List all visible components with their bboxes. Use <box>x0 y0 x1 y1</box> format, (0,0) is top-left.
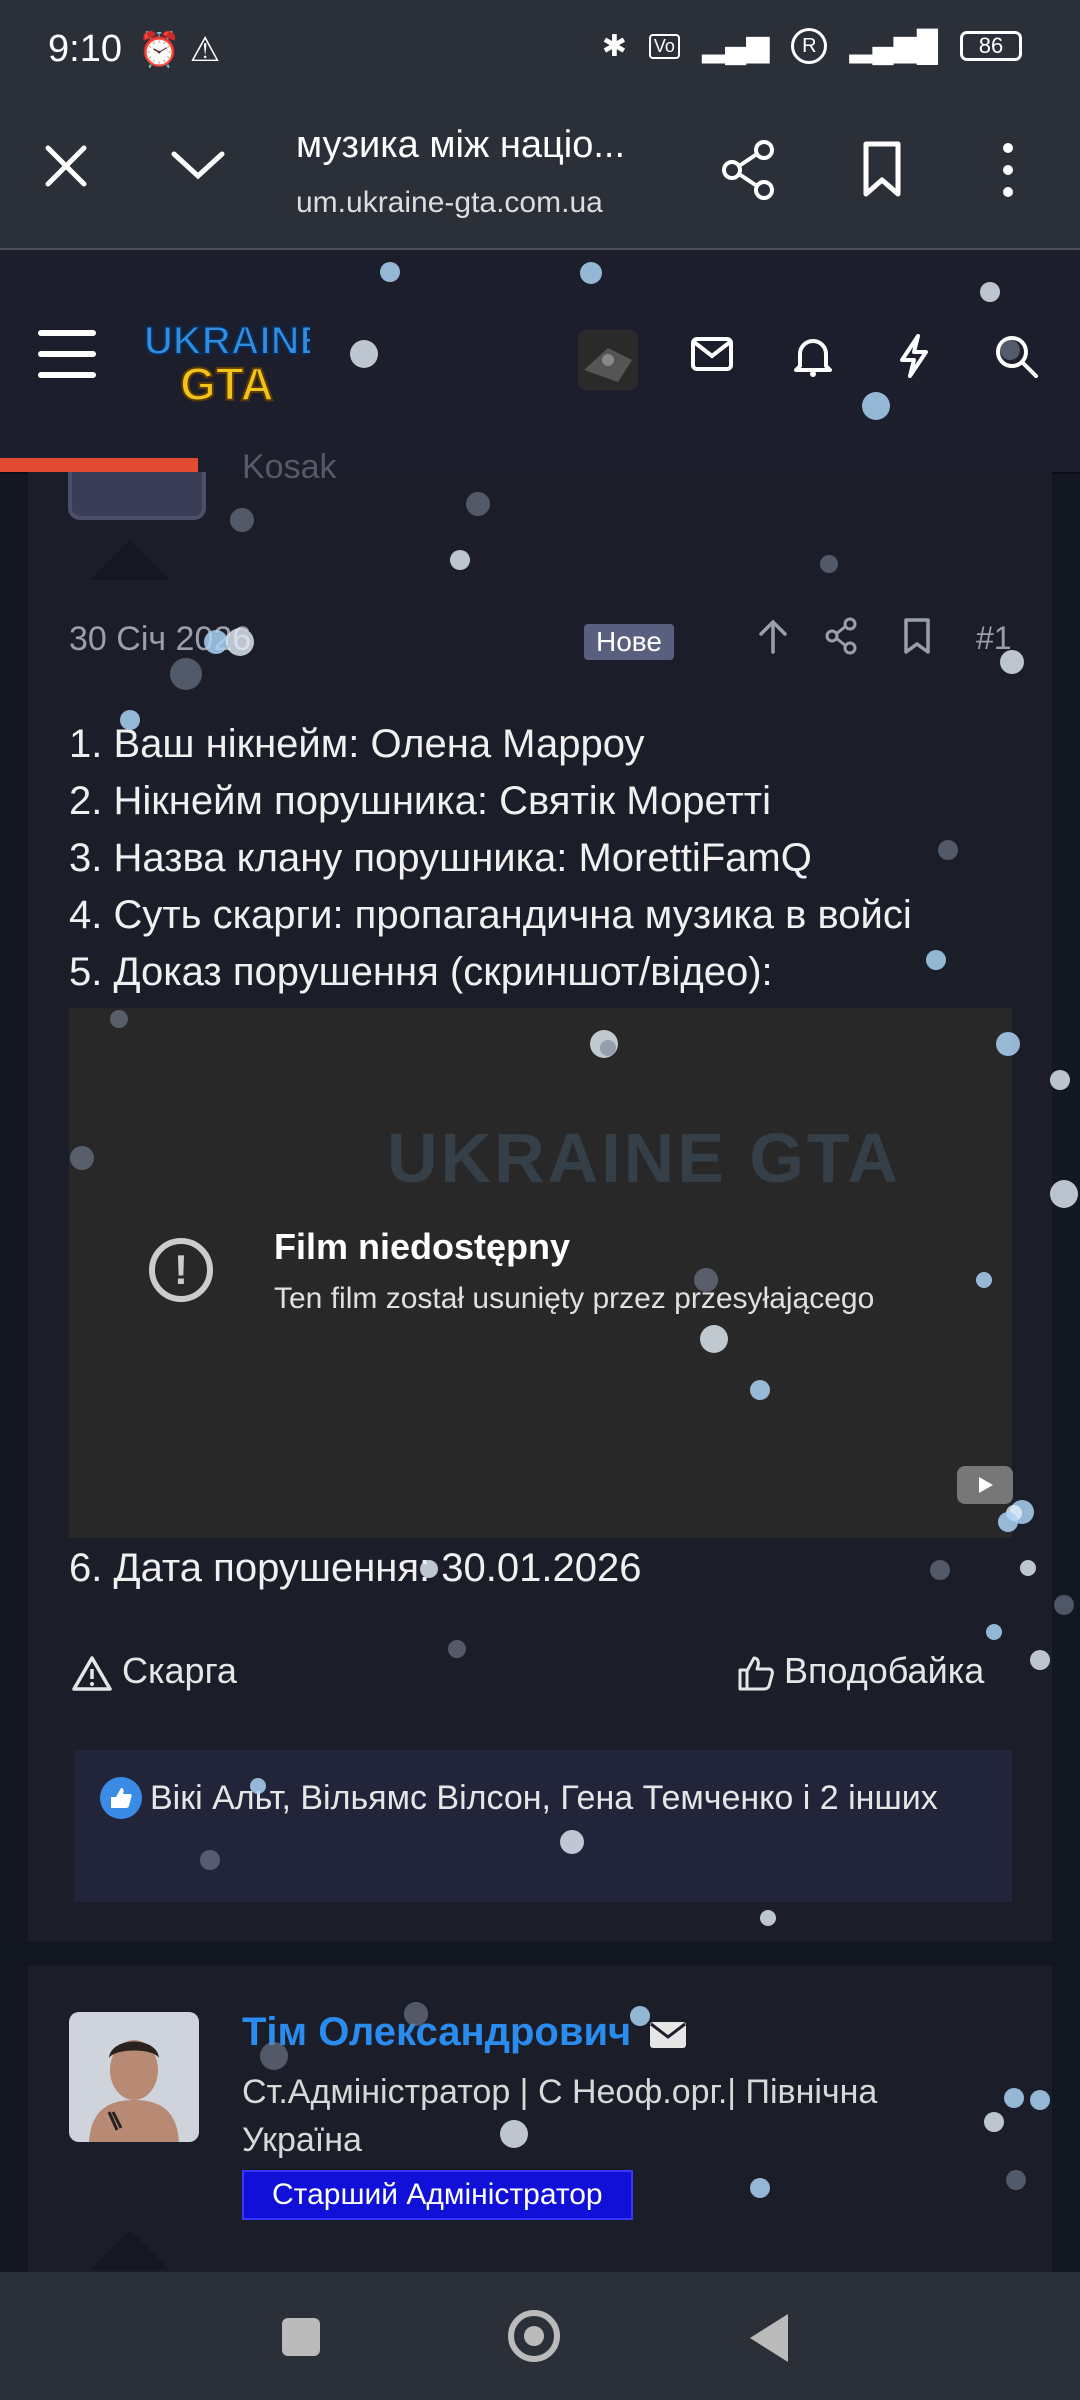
like-label: Вподобайка <box>784 1650 985 1691</box>
roaming-icon: R <box>791 28 828 64</box>
battery-level: 86 <box>978 33 1004 58</box>
post-line-5: 5. Доказ порушення (скриншот/відео): <box>69 950 773 994</box>
minimize-button[interactable] <box>170 148 226 187</box>
share-button[interactable] <box>720 140 776 205</box>
author-rank-badge: Старший Адміністратор <box>242 2170 633 2220</box>
share-icon <box>722 140 774 200</box>
more-vertical-icon <box>1003 143 1013 197</box>
reactions-text[interactable]: Вікі Альт, Вільямс Вілсон, Гена Темченко… <box>150 1779 938 1817</box>
status-right-icons: ✱ Vo ▂▄▆ R ▂▄▆█ 86 <box>602 28 1022 64</box>
status-bar: 9:10 ⏰ ⚠ ✱ Vo ▂▄▆ R ▂▄▆█ 86 <box>0 0 1080 100</box>
report-label: Скарга <box>122 1650 237 1691</box>
more-options-button[interactable] <box>1000 140 1016 205</box>
messages-button[interactable] <box>690 334 734 379</box>
share-post-button[interactable] <box>824 616 858 661</box>
site-logo[interactable]: UKRAINE GTA <box>140 310 327 411</box>
snowflake <box>1050 1070 1070 1090</box>
bluetooth-icon: ✱ <box>601 29 627 63</box>
post-line-4: 4. Суть скарги: пропагандична музика в в… <box>69 893 912 937</box>
video-error-subtitle: Ten film został usunięty przez przesyłaj… <box>274 1282 875 1315</box>
page-url[interactable]: um.ukraine-gta.com.ua <box>296 186 603 220</box>
thumbs-up-icon <box>738 1656 774 1691</box>
envelope-icon[interactable] <box>648 2019 688 2049</box>
error-icon: ! <box>149 1238 213 1302</box>
snowflake <box>1050 1180 1078 1208</box>
chevron-down-icon <box>171 151 225 180</box>
battery-icon: 86 <box>960 31 1022 61</box>
embedded-video[interactable]: UKRAINE GTA ! Film niedostępny Ten film … <box>69 1008 1013 1538</box>
share-icon <box>825 617 857 655</box>
author-role: Ст.Адміністратор | С Неоф.орг.| Північна… <box>242 2073 878 2159</box>
author-name-text[interactable]: Тім Олександрович <box>242 2010 631 2054</box>
snowflake <box>1054 1595 1074 1615</box>
post-notch <box>90 540 170 580</box>
home-button[interactable] <box>508 2310 560 2362</box>
post-number[interactable]: #1 <box>976 620 1012 657</box>
svg-text:UKRAINE: UKRAINE <box>144 319 310 363</box>
signal-icon: ▂▄▆█ <box>849 29 938 63</box>
upvote-button[interactable] <box>756 616 790 661</box>
post-line-6: 6. Дата порушення: 30.01.2026 <box>69 1546 642 1590</box>
warning-icon: ⚠ <box>189 31 221 69</box>
post-notch <box>90 2230 170 2270</box>
envelope-icon <box>691 337 733 371</box>
video-watermark: UKRAINE GTA <box>387 1119 901 1197</box>
recents-button[interactable] <box>282 2318 320 2356</box>
like-reaction-icon <box>100 1777 142 1820</box>
menu-button[interactable] <box>38 330 96 380</box>
post-line-1: 1. Ваш нікнейм: Олена Марроу <box>69 722 645 766</box>
post-divider <box>28 1942 1052 1966</box>
notifications-button[interactable] <box>792 334 834 383</box>
volte-icon: Vo <box>648 33 680 59</box>
bookmark-icon <box>863 141 901 197</box>
site-header: UKRAINE GTA <box>0 250 1080 474</box>
ukraine-gta-logo: UKRAINE GTA <box>143 318 327 411</box>
alarm-icon: ⏰ <box>138 31 181 69</box>
status-time: 9:10 <box>48 28 122 70</box>
system-navigation-bar <box>0 2272 1080 2400</box>
bell-icon <box>794 339 832 377</box>
report-button[interactable]: Скарга <box>72 1650 237 1692</box>
post-date[interactable]: 30 Січ 2026 <box>69 620 251 659</box>
lightning-icon <box>900 334 928 378</box>
thread-content: Kosak 30 Січ 2026 Нове #1 1. Ваш нікнейм… <box>28 448 1052 2272</box>
author-name[interactable]: Тім Олександрович <box>242 2010 688 2055</box>
new-badge: Нове <box>584 624 674 660</box>
warning-icon <box>72 1656 112 1692</box>
previous-post-username[interactable]: Kosak <box>242 448 337 487</box>
whats-new-button[interactable] <box>896 334 932 383</box>
post-line-3: 3. Назва клану порушника: MorettiFamQ <box>69 836 812 880</box>
status-left-icons: ⏰ ⚠ <box>138 30 220 70</box>
like-button[interactable]: Вподобайка <box>736 1650 984 1692</box>
signal-icon: ▂▄▆ <box>701 29 770 63</box>
bookmark-icon <box>904 618 930 654</box>
search-icon <box>996 336 1038 378</box>
reactions-bar[interactable]: Вікі Альт, Вільямс Вілсон, Гена Темченко… <box>74 1750 1012 1902</box>
bookmark-post-button[interactable] <box>902 616 932 661</box>
close-tab-button[interactable] <box>44 144 88 188</box>
bookmark-button[interactable] <box>862 140 902 205</box>
user-avatar[interactable] <box>578 330 638 390</box>
author-avatar[interactable] <box>69 2012 199 2142</box>
previous-post-avatar[interactable] <box>68 472 206 520</box>
reading-progress-bar <box>0 458 198 472</box>
video-error-title: Film niedostępny <box>274 1226 571 1267</box>
back-button[interactable] <box>750 2314 788 2362</box>
svg-text:GTA: GTA <box>180 358 274 410</box>
browser-toolbar: музика між націо... um.ukraine-gta.com.u… <box>0 100 1080 250</box>
post-line-2: 2. Нікнейм порушника: Святік Моретті <box>69 779 771 823</box>
close-icon <box>45 145 87 187</box>
arrow-up-icon <box>759 619 787 654</box>
page-title: музика між націо... <box>296 124 626 166</box>
search-button[interactable] <box>994 334 1038 383</box>
youtube-icon[interactable] <box>957 1466 1013 1504</box>
